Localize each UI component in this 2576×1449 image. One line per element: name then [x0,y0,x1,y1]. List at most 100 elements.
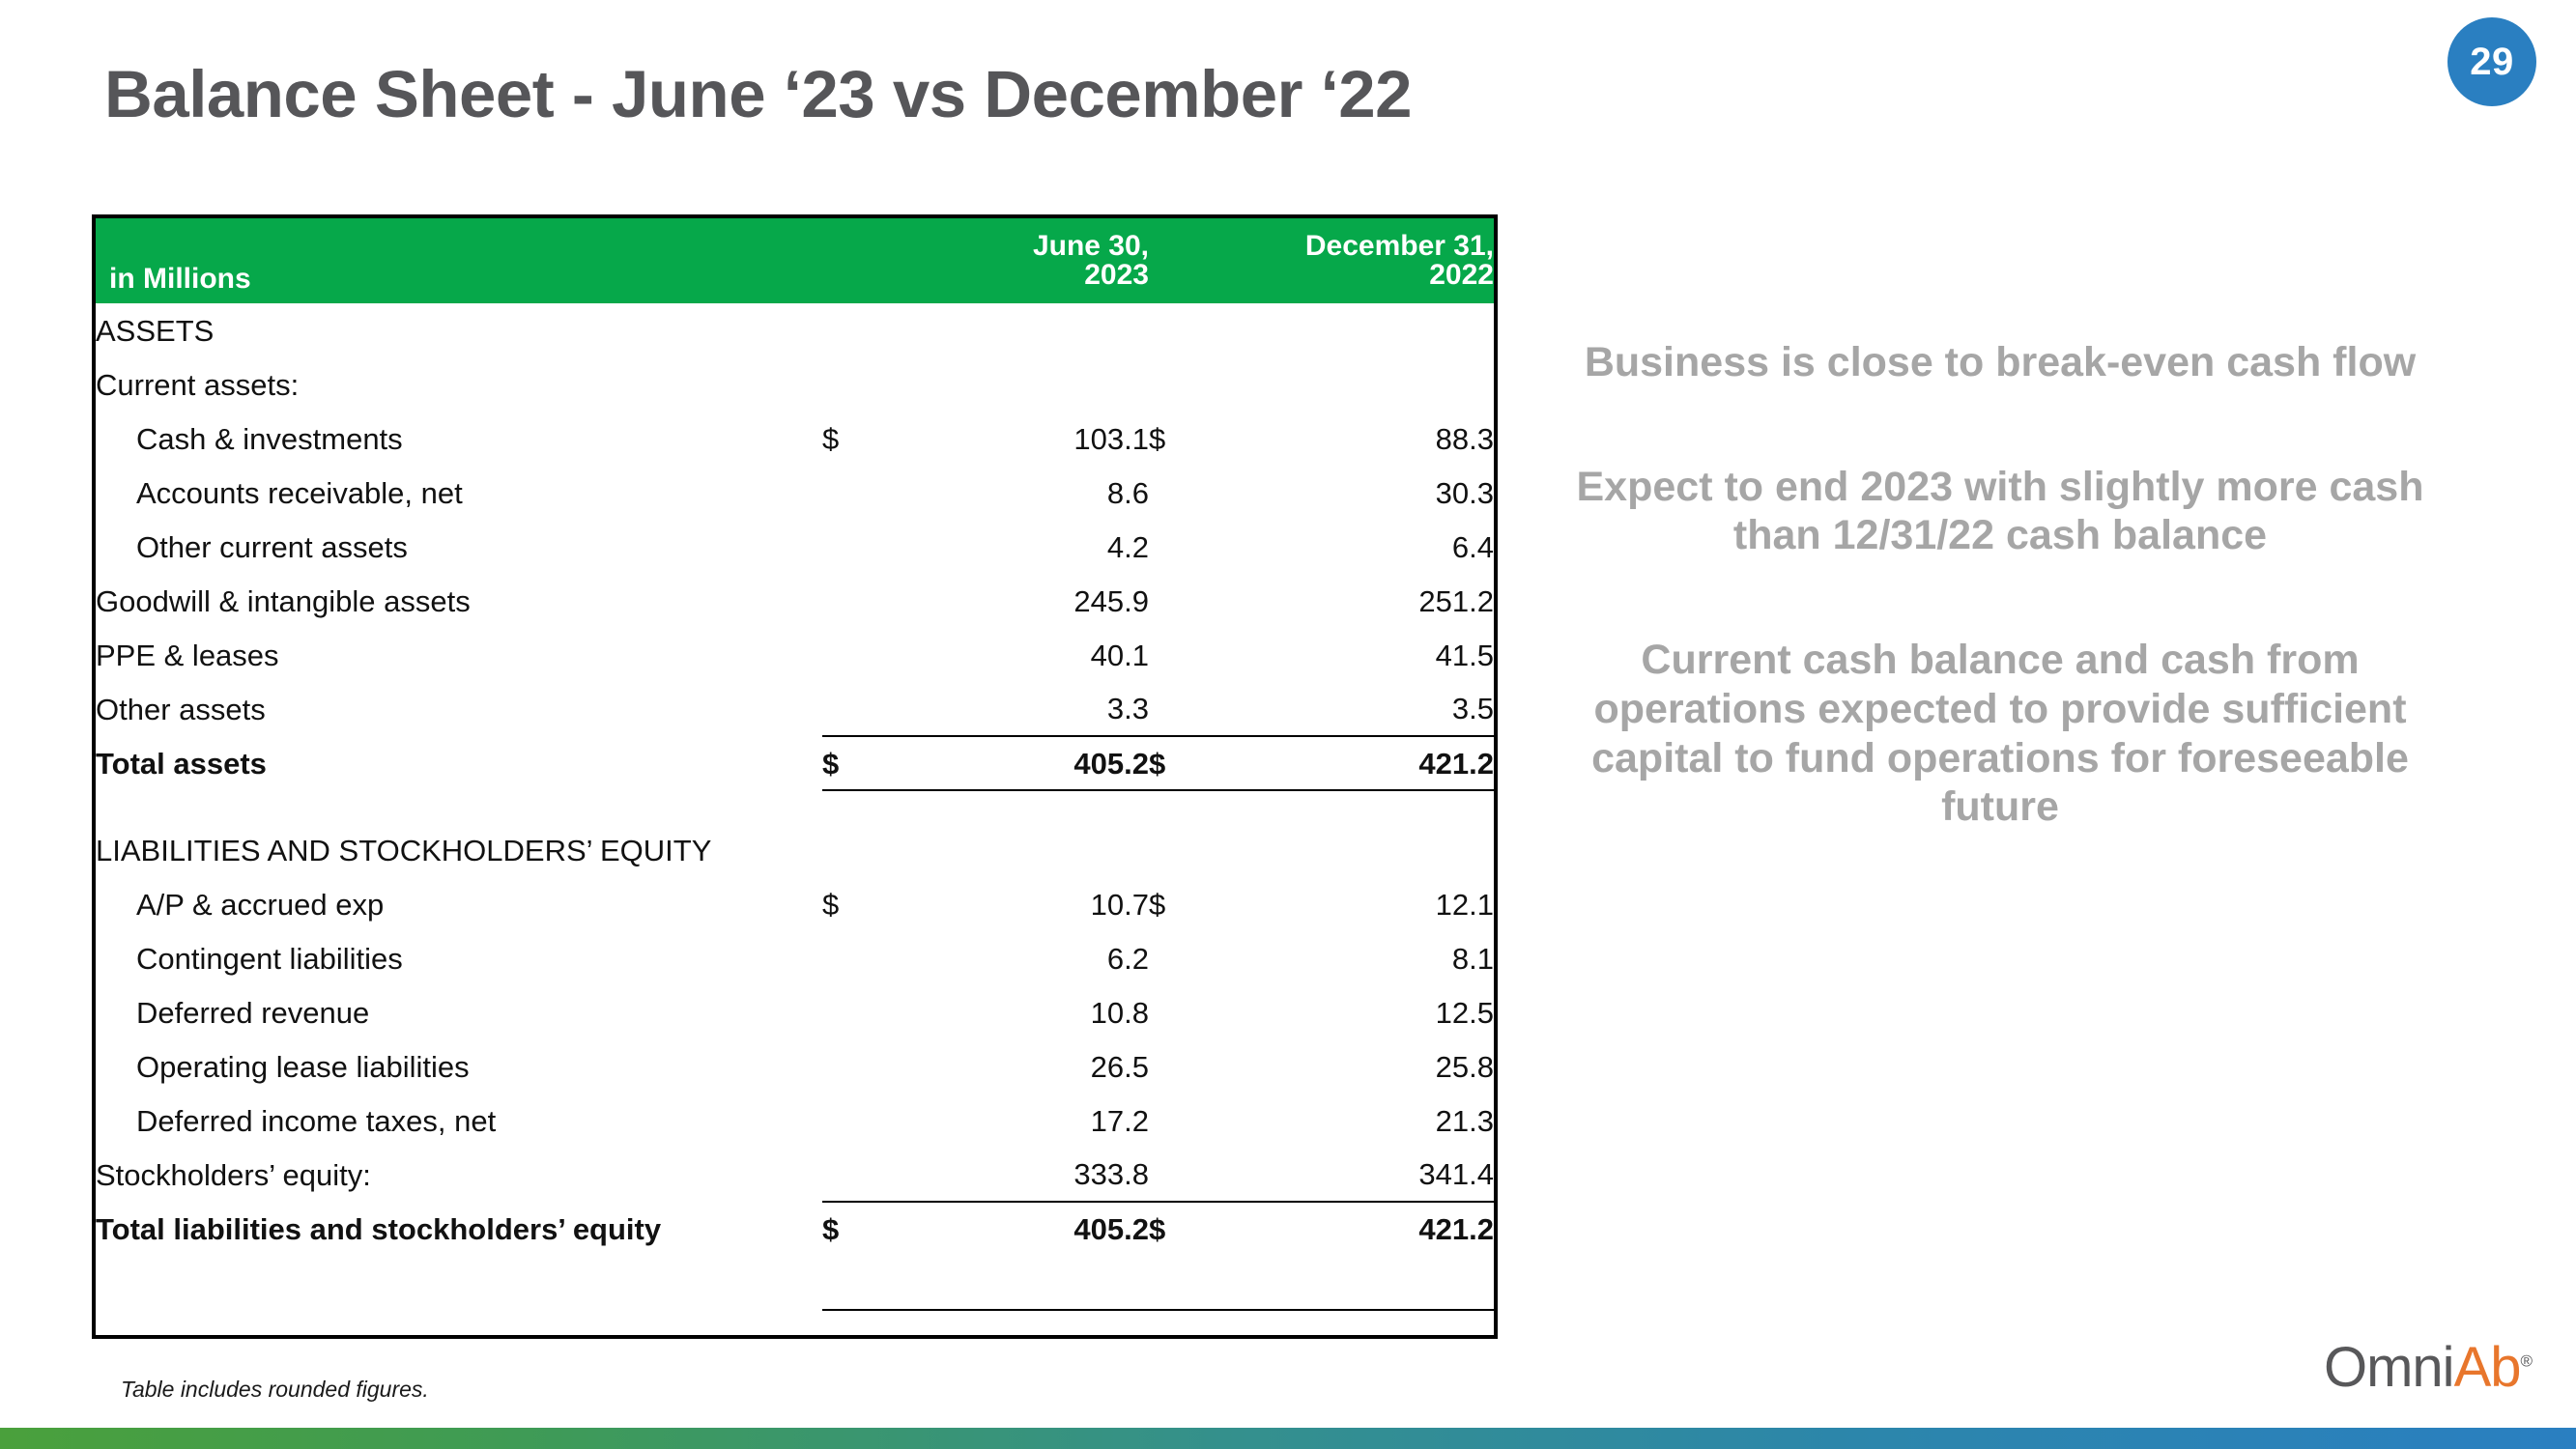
row-label: LIABILITIES AND STOCKHOLDERS’ EQUITY [96,833,712,867]
value-june-2023: 245.9 [1073,583,1149,618]
table-row: Total assets $405.2 $421.2 [96,735,1494,791]
currency-symbol-col2 [1149,628,1195,682]
value-december-2022: 25.8 [1435,1049,1494,1084]
row-label: Operating lease liabilities [136,1049,470,1084]
value-june-2023: 4.2 [1106,529,1149,564]
page-number-badge: 29 [2447,17,2536,106]
value-june-2023: 405.2 [869,735,1149,791]
currency-symbol-col2 [1149,520,1195,574]
omniab-logo: OmniAb® [2324,1335,2533,1400]
currency-symbol-col2 [1149,1094,1195,1148]
balance-sheet-table: in Millions June 30, 2023 December 31, 2… [92,214,1498,1339]
header-col2-line1: December 31, [1304,230,1494,262]
value-december-2022: 41.5 [1435,638,1494,672]
commentary-paragraph: Current cash balance and cash from opera… [1591,637,2409,831]
currency-symbol-col1 [822,520,869,574]
commentary-paragraph: Expect to end 2023 with slightly more ca… [1576,463,2424,559]
header-col2-line2: 2022 [1429,259,1494,291]
table-row: Other current assets 4.2 6.4 [96,520,1494,574]
currency-symbol-col2: $ [1149,1201,1195,1256]
currency-symbol-col2 [1149,1039,1195,1094]
value-december-2022: 12.5 [1435,995,1494,1030]
currency-symbol-col2: $ [1149,421,1166,456]
currency-symbol-col1 [822,931,869,985]
currency-symbol-col1 [822,1148,869,1202]
value-december-2022: 30.3 [1435,475,1494,510]
table-row: Stockholders’ equity: 333.8 341.4 [96,1148,1494,1202]
row-label: Deferred revenue [136,995,370,1030]
table-row: Cash & investments $103.1 $88.3 [96,412,1494,466]
value-june-2023 [869,357,1149,412]
currency-symbol-col1 [822,357,869,412]
table-row: Accounts receivable, net 8.6 30.3 [96,466,1494,520]
row-label: Other assets [96,692,266,726]
row-label: ASSETS [96,313,215,348]
row-label: Contingent liabilities [136,941,403,976]
value-december-2022 [1195,303,1494,357]
logo-text-omni: Omni [2324,1336,2455,1399]
table-spacer-row [96,790,1494,823]
commentary-block: Business is close to break-even cash flo… [1565,338,2435,832]
value-december-2022 [1195,823,1494,877]
header-col-june-2023: June 30, 2023 [822,218,1149,303]
value-december-2022 [1195,357,1494,412]
currency-symbol-col1 [822,1094,869,1148]
currency-symbol-col2 [1149,985,1195,1039]
table-row: ASSETS [96,303,1494,357]
value-june-2023: 103.1 [1073,421,1149,456]
rule-under-col2-dollar [1149,1256,1195,1311]
table-row: Goodwill & intangible assets 245.9 251.2 [96,574,1494,628]
currency-symbol-col2: $ [1149,735,1195,791]
bottom-accent-bar [0,1428,2576,1449]
table-footnote: Table includes rounded figures. [121,1377,429,1402]
currency-symbol-col1: $ [822,735,869,791]
rule-under-col1 [869,1256,1149,1311]
currency-symbol-col2 [1149,1148,1195,1202]
rule-under-col2 [1195,1256,1494,1311]
row-label: Other current assets [136,529,408,564]
header-col1-line2: 2023 [1084,259,1149,291]
table-row: Deferred income taxes, net 17.2 21.3 [96,1094,1494,1148]
row-label: PPE & leases [96,638,279,672]
currency-symbol-col1 [822,823,869,877]
table-bottom-spacer [96,1310,1494,1335]
header-label-col: in Millions [96,218,822,303]
commentary-paragraph: Business is close to break-even cash flo… [1584,339,2417,385]
currency-symbol-col1 [822,628,869,682]
currency-symbol-col2: $ [1149,887,1166,922]
value-december-2022: 12.1 [1435,887,1494,922]
currency-symbol-col2 [1149,466,1195,520]
value-june-2023: 405.2 [869,1201,1149,1256]
currency-symbol-col1: $ [822,421,840,456]
table-header-row: in Millions June 30, 2023 December 31, 2… [96,218,1494,303]
header-in-millions: in Millions [109,263,251,295]
value-june-2023: 26.5 [1090,1049,1149,1084]
table-body: ASSETS Current assets: Cash & investments $… [96,303,1494,1335]
value-june-2023: 40.1 [1090,638,1149,672]
rule-spacer [96,1256,822,1310]
row-label: A/P & accrued exp [136,887,385,922]
currency-symbol-col2 [1149,574,1195,628]
row-label: Cash & investments [136,421,403,456]
table-row: Other assets 3.3 3.5 [96,682,1494,736]
grand-total-double-rule [96,1256,1494,1311]
currency-symbol-col1 [822,574,869,628]
value-december-2022: 88.3 [1435,421,1494,456]
table-row: LIABILITIES AND STOCKHOLDERS’ EQUITY [96,823,1494,877]
currency-symbol-col2 [1149,357,1195,412]
row-label: Goodwill & intangible assets [96,583,471,618]
value-december-2022: 251.2 [1418,583,1494,618]
page-title: Balance Sheet - June ‘23 vs December ‘22 [104,57,1413,131]
value-december-2022: 421.2 [1195,735,1494,791]
row-label: Current assets: [96,367,300,402]
value-december-2022: 421.2 [1195,1201,1494,1256]
value-june-2023: 6.2 [1106,941,1149,976]
value-december-2022: 341.4 [1418,1157,1494,1191]
value-december-2022: 21.3 [1435,1103,1494,1138]
logo-text-ab: Ab [2453,1336,2522,1399]
value-june-2023: 8.6 [1106,475,1149,510]
value-december-2022: 8.1 [1451,941,1494,976]
table-row: Deferred revenue 10.8 12.5 [96,985,1494,1039]
value-june-2023 [869,303,1149,357]
currency-symbol-col2 [1149,823,1195,877]
